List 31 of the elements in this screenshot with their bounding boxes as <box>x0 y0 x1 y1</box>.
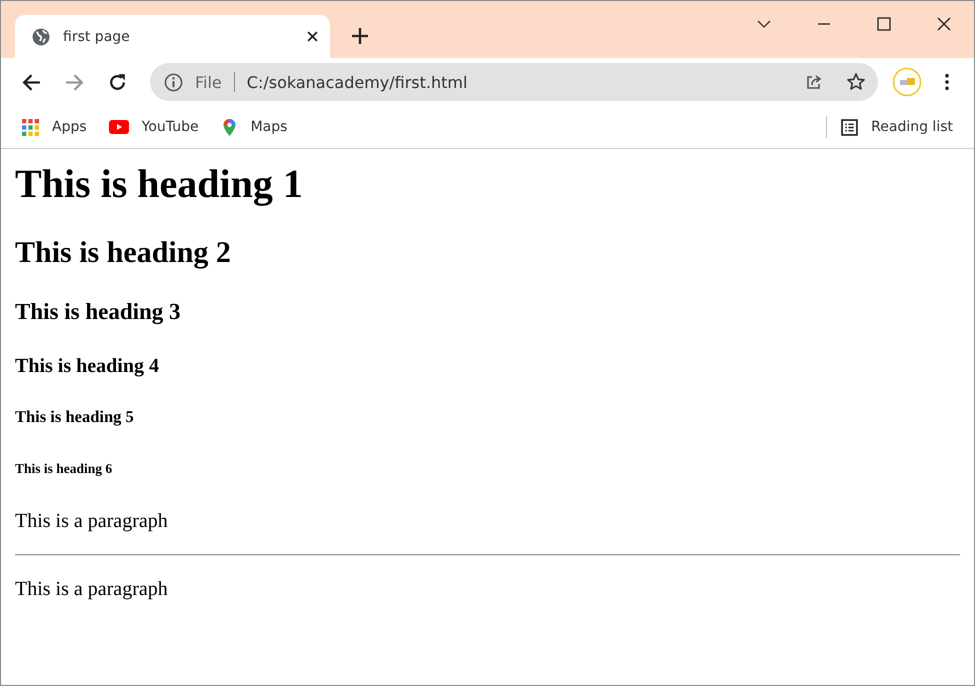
back-icon[interactable] <box>21 72 42 92</box>
bookmark-item[interactable]: Apps <box>22 118 87 136</box>
browser-tab[interactable]: first page <box>15 15 330 58</box>
close-icon[interactable] <box>937 17 951 31</box>
heading: This is heading 6 <box>15 460 114 476</box>
heading: This is heading 4 <box>15 354 160 378</box>
list-icon <box>841 118 858 136</box>
heading: This is heading 1 <box>15 161 304 207</box>
menu-icon[interactable] <box>944 73 950 91</box>
reading-list-button[interactable]: Reading list <box>841 118 953 136</box>
reload-icon[interactable] <box>107 72 128 92</box>
info-icon[interactable] <box>164 72 183 92</box>
address-bar[interactable]: File C:/sokanacademy/first.html <box>150 63 878 101</box>
new-tab-icon[interactable] <box>352 28 368 44</box>
maximize-icon[interactable] <box>877 17 891 31</box>
bookmark-item[interactable]: YouTube <box>108 119 199 135</box>
globe-icon <box>32 28 50 46</box>
paragraph: This is a paragraph <box>15 578 169 602</box>
map-pin-icon <box>220 118 238 136</box>
forward-icon[interactable] <box>64 72 85 92</box>
heading: This is heading 2 <box>15 236 232 270</box>
apps-grid-icon <box>22 118 39 136</box>
heading: This is heading 5 <box>15 408 135 427</box>
bookmark-star-icon[interactable] <box>846 72 866 92</box>
bookmark-item[interactable]: Maps <box>220 118 288 136</box>
paragraph: This is a paragraph <box>15 510 169 534</box>
url-text: C:/sokanacademy/first.html <box>246 72 468 92</box>
site-scheme-label: File <box>195 72 222 92</box>
heading: This is heading 3 <box>15 298 182 325</box>
close-tab-icon[interactable] <box>307 31 318 42</box>
play-button-icon <box>108 120 129 134</box>
